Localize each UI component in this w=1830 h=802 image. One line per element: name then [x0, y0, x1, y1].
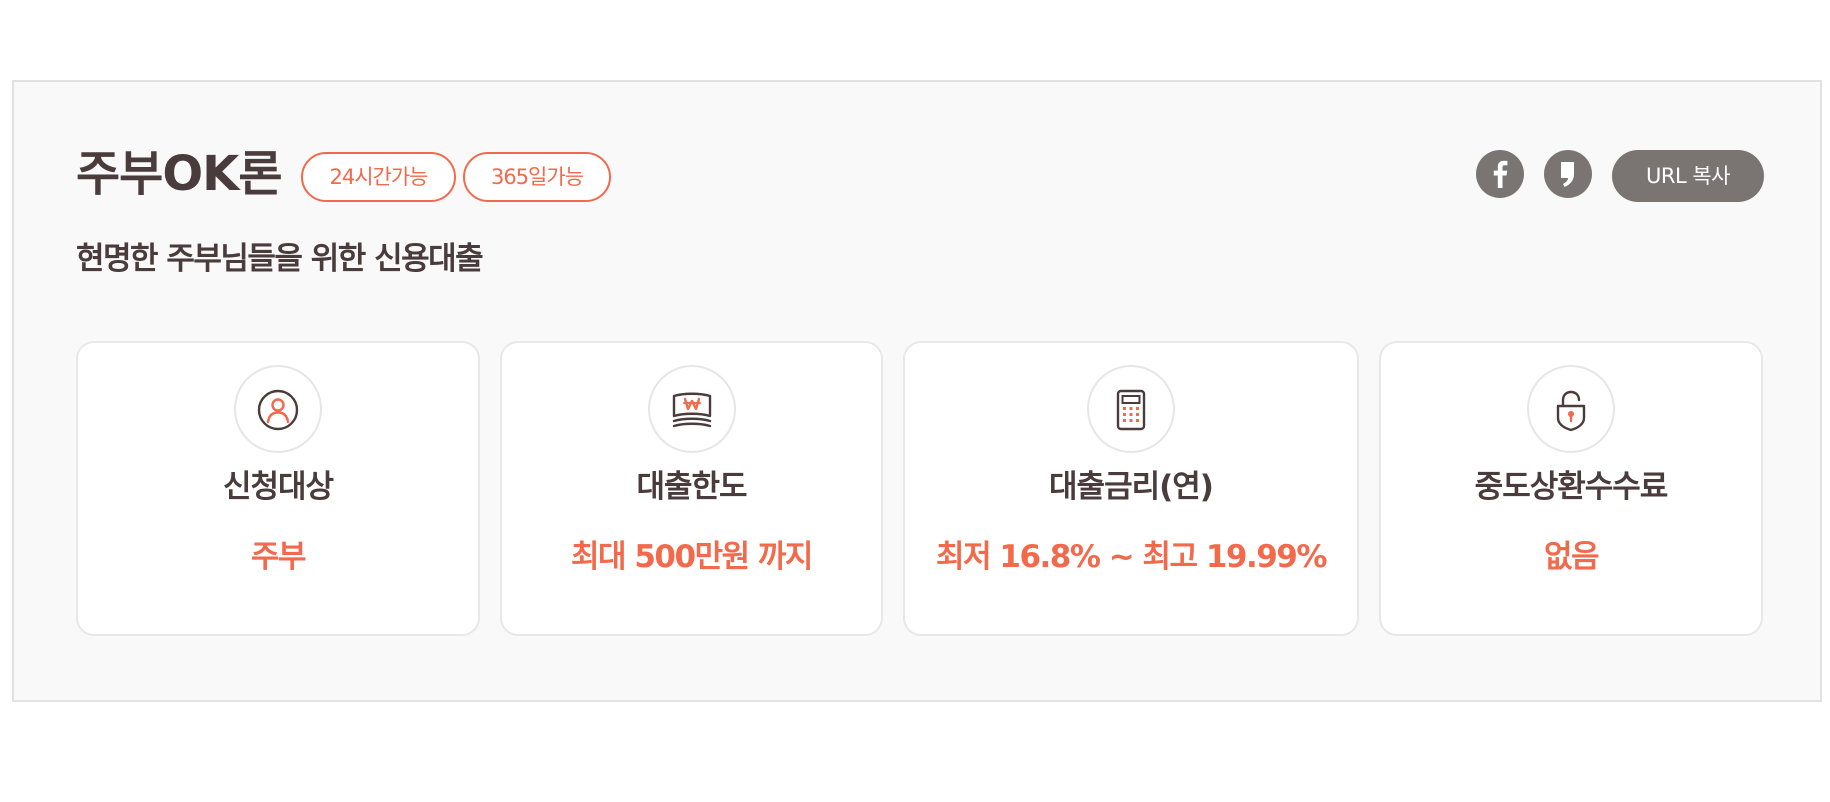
- calculator-icon: [1087, 365, 1175, 453]
- kakaostory-icon[interactable]: [1544, 150, 1592, 198]
- lock-icon: [1527, 365, 1615, 453]
- money-icon: [647, 365, 736, 453]
- loan-product-panel: 주부OK론 24시간가능 365일가능 URL 복사 현명한 주부님들을 위한 …: [12, 80, 1822, 702]
- card-value: 주부: [250, 539, 307, 575]
- card-value: 없음: [1543, 539, 1600, 575]
- badge-24h: 24시간가능: [301, 152, 456, 202]
- facebook-icon[interactable]: [1476, 150, 1524, 198]
- info-card-fee: 중도상환수수료 없음: [1379, 341, 1763, 636]
- card-value: 최저 16.8% ~ 최고 19.99%: [936, 539, 1327, 575]
- product-title: 주부OK론: [76, 146, 282, 202]
- card-label: 대출한도: [636, 469, 747, 505]
- url-copy-button[interactable]: URL 복사: [1612, 150, 1764, 202]
- info-card-rate: 대출금리(연) 최저 16.8% ~ 최고 19.99%: [903, 341, 1359, 636]
- card-label: 중도상환수수료: [1474, 469, 1669, 505]
- info-card-target: 신청대상 주부: [76, 341, 480, 636]
- card-label: 신청대상: [222, 469, 334, 505]
- card-value: 최대 500만원 까지: [571, 539, 813, 575]
- person-icon: [234, 365, 322, 453]
- badge-365days: 365일가능: [463, 152, 611, 202]
- product-subtitle: 현명한 주부님들을 위한 신용대출: [76, 241, 484, 277]
- info-card-limit: 대출한도 최대 500만원 까지: [500, 341, 883, 636]
- card-label: 대출금리(연): [1049, 469, 1214, 505]
